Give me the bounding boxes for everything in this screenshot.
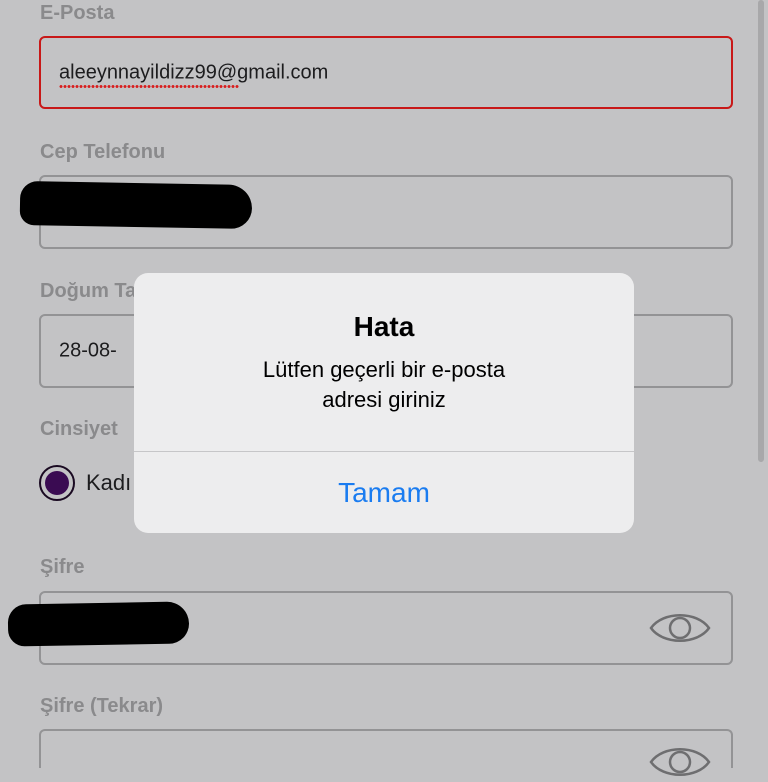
email-text: aleeynnayildizz99@gmail.com (59, 61, 329, 83)
email-field[interactable]: aleeynnayildizz99@gmail.com (39, 36, 733, 109)
error-alert-dialog: Hata Lütfen geçerli bir e-posta adresi g… (134, 273, 634, 533)
password-repeat-field[interactable] (39, 729, 733, 776)
phone-label: Cep Telefonu (40, 141, 166, 163)
radio-selected-dot (45, 471, 69, 495)
phone-redaction (19, 180, 253, 230)
birthdate-label: Doğum Ta (40, 280, 137, 302)
scrollbar[interactable] (758, 0, 764, 462)
password-label: Şifre (40, 556, 85, 578)
gender-radio-female[interactable] (39, 465, 75, 501)
alert-message-line2: adresi giriniz (322, 387, 446, 412)
password-redaction (7, 601, 190, 647)
birthdate-field-value: 28-08- (59, 339, 117, 362)
eye-icon[interactable] (649, 608, 711, 648)
alert-title: Hata (353, 311, 415, 342)
ok-button[interactable]: Tamam (134, 452, 634, 533)
eye-icon[interactable] (649, 742, 711, 782)
spellcheck-underline (59, 84, 239, 88)
alert-message: Lütfen geçerli bir e-posta adresi girini… (134, 355, 634, 415)
email-label: E-Posta (40, 2, 115, 24)
password-repeat-label: Şifre (Tekrar) (40, 695, 164, 717)
gender-option-label: Kadı (86, 470, 132, 495)
alert-message-line1: Lütfen geçerli bir e-posta (262, 357, 506, 382)
email-field-value: aleeynnayildizz99@gmail.com (59, 61, 329, 88)
gender-label: Cinsiyet (40, 418, 118, 440)
